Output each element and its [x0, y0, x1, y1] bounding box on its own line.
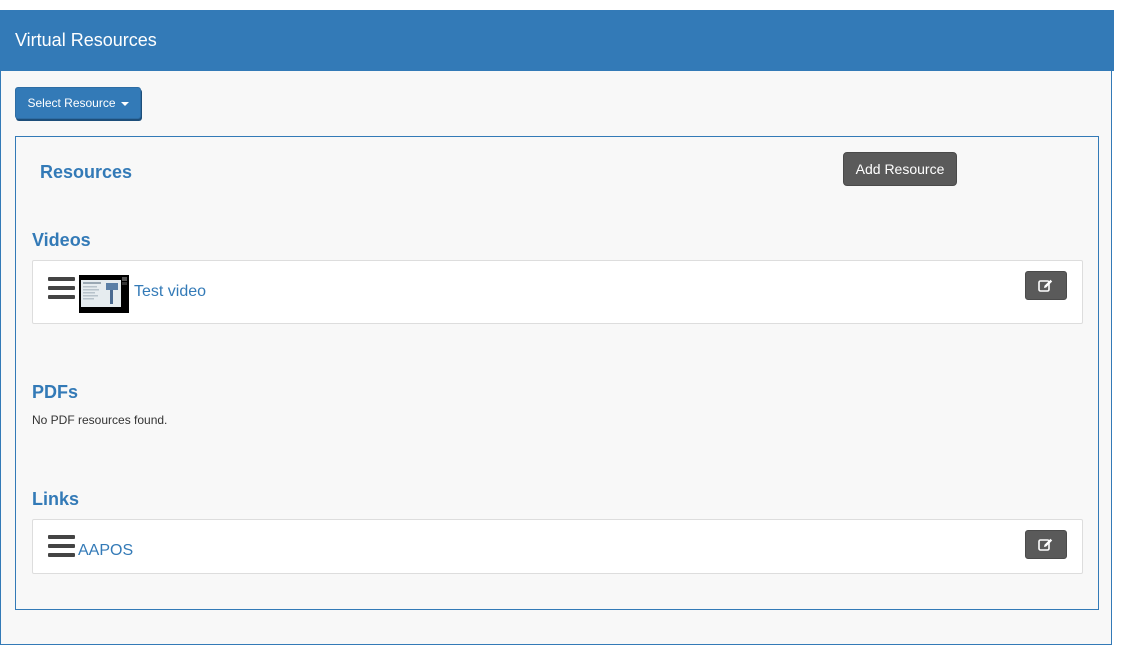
video-link[interactable]: Test video: [134, 283, 206, 301]
pdfs-section-title: PDFs: [32, 382, 79, 402]
video-thumbnail[interactable]: [79, 275, 129, 313]
videos-section-title: Videos: [32, 230, 91, 250]
virtual-resources-panel: Virtual Resources Select Resource Resour…: [0, 10, 1114, 645]
video-list-item: Test video: [32, 260, 1083, 324]
bars-icon[interactable]: [48, 277, 75, 299]
links-section-title: Links: [32, 489, 80, 509]
link-list-item: AAPOS: [32, 519, 1083, 574]
video-thumbnail-image: [79, 275, 129, 313]
resources-container: Resources Add Resource Videos Test video…: [15, 136, 1099, 610]
add-resource-button[interactable]: Add Resource: [843, 152, 957, 186]
caret-down-icon: [120, 101, 129, 106]
link-item-link[interactable]: AAPOS: [78, 542, 133, 560]
pdfs-empty-message: No PDF resources found.: [32, 413, 168, 427]
select-resource-button[interactable]: Select Resource: [15, 87, 141, 119]
panel-heading: Virtual Resources: [0, 10, 1114, 71]
edit-icon: [1038, 279, 1053, 292]
bars-icon[interactable]: [48, 535, 75, 557]
select-resource-label: Select Resource: [27, 96, 116, 110]
edit-icon: [1038, 538, 1053, 551]
edit-video-button[interactable]: [1025, 271, 1067, 300]
resources-title: Resources: [40, 162, 133, 182]
edit-link-button[interactable]: [1025, 530, 1067, 559]
panel-title: Virtual Resources: [15, 30, 157, 50]
